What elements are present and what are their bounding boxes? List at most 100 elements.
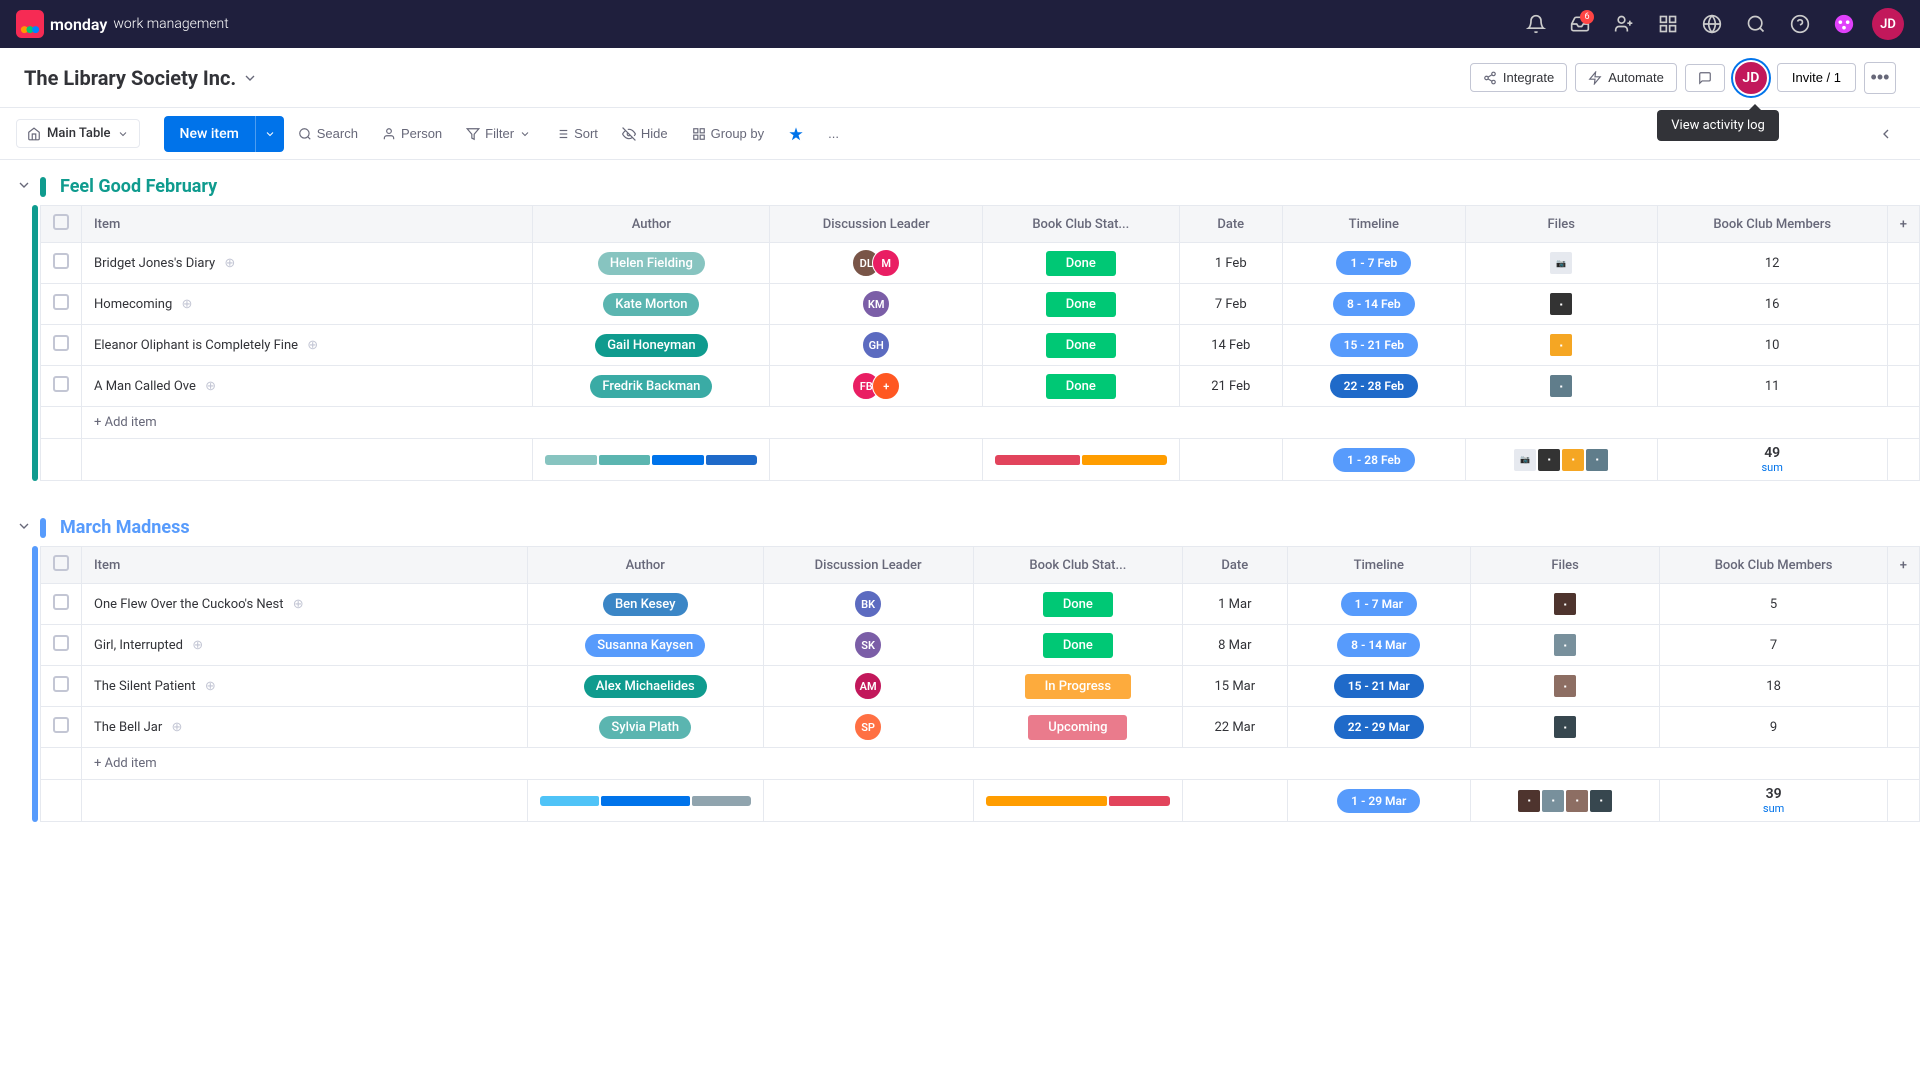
globe-icon[interactable]	[1696, 8, 1728, 40]
file-icon[interactable]: ▪	[1590, 790, 1612, 812]
group-chevron-march[interactable]	[16, 518, 32, 538]
collapse-button[interactable]	[1868, 121, 1904, 147]
timeline-pill[interactable]: 8 - 14 Mar	[1337, 633, 1420, 657]
user-avatar-workspace[interactable]: JD View activity log	[1733, 60, 1769, 96]
select-all-checkbox-march[interactable]	[53, 555, 69, 571]
filter-button[interactable]: Filter	[456, 121, 541, 146]
avatar[interactable]: GH	[862, 331, 890, 359]
file-icon[interactable]: 📷	[1514, 449, 1536, 471]
status-pill[interactable]: Done	[1046, 251, 1116, 276]
file-icon[interactable]: ▪	[1562, 449, 1584, 471]
bell-icon[interactable]	[1520, 8, 1552, 40]
author-pill[interactable]: Helen Fielding	[598, 252, 705, 275]
file-icon[interactable]: ▪	[1554, 593, 1576, 615]
author-pill[interactable]: Alex Michaelides	[584, 675, 707, 698]
inbox-icon[interactable]: 6	[1564, 8, 1596, 40]
search-button[interactable]: Search	[288, 121, 368, 146]
more-toolbar-button[interactable]: ...	[818, 121, 849, 146]
col-add-header[interactable]: +	[1887, 206, 1919, 243]
file-icon[interactable]: ▪	[1554, 675, 1576, 697]
file-icon[interactable]: ▪	[1566, 790, 1588, 812]
add-item-label[interactable]: + Add item	[82, 748, 1920, 780]
author-pill[interactable]: Susanna Kaysen	[585, 634, 705, 657]
new-item-button[interactable]: New item	[164, 116, 284, 152]
search-icon[interactable]	[1740, 8, 1772, 40]
add-subitem-icon[interactable]: ⊕	[205, 379, 216, 394]
file-icon[interactable]: 📷	[1550, 252, 1572, 274]
chat-button[interactable]	[1685, 64, 1725, 92]
person-button[interactable]: Person	[372, 121, 452, 146]
file-icon[interactable]: ▪	[1554, 716, 1576, 738]
row-checkbox-m3[interactable]	[53, 676, 69, 692]
hide-button[interactable]: Hide	[612, 121, 678, 146]
avatar[interactable]: SP	[854, 713, 882, 741]
add-subitem-icon[interactable]: ⊕	[205, 679, 216, 694]
file-icon[interactable]: ▪	[1550, 334, 1572, 356]
row-checkbox-m4[interactable]	[53, 717, 69, 733]
timeline-pill[interactable]: 15 - 21 Feb	[1330, 333, 1418, 357]
timeline-pill[interactable]: 8 - 14 Feb	[1333, 292, 1415, 316]
row-checkbox-4[interactable]	[53, 376, 69, 392]
table-selector[interactable]: Main Table	[16, 119, 140, 148]
row-checkbox-2[interactable]	[53, 294, 69, 310]
author-pill[interactable]: Ben Kesey	[603, 593, 688, 616]
add-subitem-icon[interactable]: ⊕	[181, 297, 192, 312]
avatar[interactable]: BK	[854, 590, 882, 618]
file-icon[interactable]: ▪	[1538, 449, 1560, 471]
author-pill[interactable]: Kate Morton	[603, 293, 699, 316]
add-subitem-icon[interactable]: ⊕	[171, 720, 182, 735]
avatar[interactable]: +	[872, 372, 900, 400]
select-all-checkbox[interactable]	[53, 214, 69, 230]
automate-button[interactable]: Automate	[1575, 63, 1677, 92]
status-pill[interactable]: In Progress	[1025, 674, 1131, 699]
user-avatar-topnav[interactable]: JD	[1872, 8, 1904, 40]
row-checkbox-m2[interactable]	[53, 635, 69, 651]
status-pill[interactable]: Done	[1046, 374, 1116, 399]
group-chevron-feb[interactable]	[16, 177, 32, 197]
author-pill[interactable]: Fredrik Backman	[590, 375, 712, 398]
add-subitem-icon[interactable]: ⊕	[224, 256, 235, 271]
status-pill[interactable]: Done	[1043, 633, 1113, 658]
status-pill[interactable]: Done	[1046, 333, 1116, 358]
author-pill[interactable]: Sylvia Plath	[599, 716, 691, 739]
more-options-button[interactable]: •••	[1864, 62, 1896, 94]
file-icon[interactable]: ▪	[1550, 293, 1572, 315]
new-item-main[interactable]: New item	[164, 116, 256, 152]
timeline-summary-pill[interactable]: 1 - 28 Feb	[1333, 448, 1415, 472]
add-subitem-icon[interactable]: ⊕	[307, 338, 318, 353]
avatar[interactable]: AM	[854, 672, 882, 700]
add-item-row[interactable]: + Add item	[41, 407, 1920, 439]
timeline-pill[interactable]: 1 - 7 Feb	[1336, 251, 1411, 275]
author-pill[interactable]: Gail Honeyman	[595, 334, 707, 357]
add-item-row[interactable]: + Add item	[41, 748, 1920, 780]
add-subitem-icon[interactable]: ⊕	[293, 597, 304, 612]
timeline-summary-pill-march[interactable]: 1 - 29 Mar	[1337, 789, 1420, 813]
invite-button[interactable]: Invite / 1	[1777, 63, 1856, 92]
col-add-header[interactable]: +	[1887, 547, 1919, 584]
file-icon[interactable]: ▪	[1586, 449, 1608, 471]
sparkle-button[interactable]	[778, 121, 814, 147]
status-pill[interactable]: Done	[1043, 592, 1113, 617]
app-logo[interactable]: monday work management	[16, 10, 229, 38]
workspace-title[interactable]: The Library Society Inc.	[24, 66, 258, 90]
avatar[interactable]: KM	[862, 290, 890, 318]
status-pill[interactable]: Upcoming	[1028, 715, 1127, 740]
add-item-label[interactable]: + Add item	[82, 407, 1920, 439]
timeline-pill[interactable]: 22 - 28 Feb	[1330, 374, 1418, 398]
file-icon[interactable]: ▪	[1554, 634, 1576, 656]
file-icon[interactable]: ▪	[1518, 790, 1540, 812]
help-icon[interactable]	[1784, 8, 1816, 40]
file-icon[interactable]: ▪	[1550, 375, 1572, 397]
invite-user-icon[interactable]	[1608, 8, 1640, 40]
avatar[interactable]: M	[872, 249, 900, 277]
add-subitem-icon[interactable]: ⊕	[192, 638, 203, 653]
row-checkbox-3[interactable]	[53, 335, 69, 351]
group-by-button[interactable]: Group by	[682, 121, 774, 146]
row-checkbox-m1[interactable]	[53, 594, 69, 610]
avatar[interactable]: SK	[854, 631, 882, 659]
row-checkbox-1[interactable]	[53, 253, 69, 269]
apps-icon[interactable]	[1652, 8, 1684, 40]
timeline-pill[interactable]: 22 - 29 Mar	[1334, 715, 1424, 739]
timeline-pill[interactable]: 15 - 21 Mar	[1334, 674, 1424, 698]
new-item-dropdown-arrow[interactable]	[256, 116, 284, 152]
